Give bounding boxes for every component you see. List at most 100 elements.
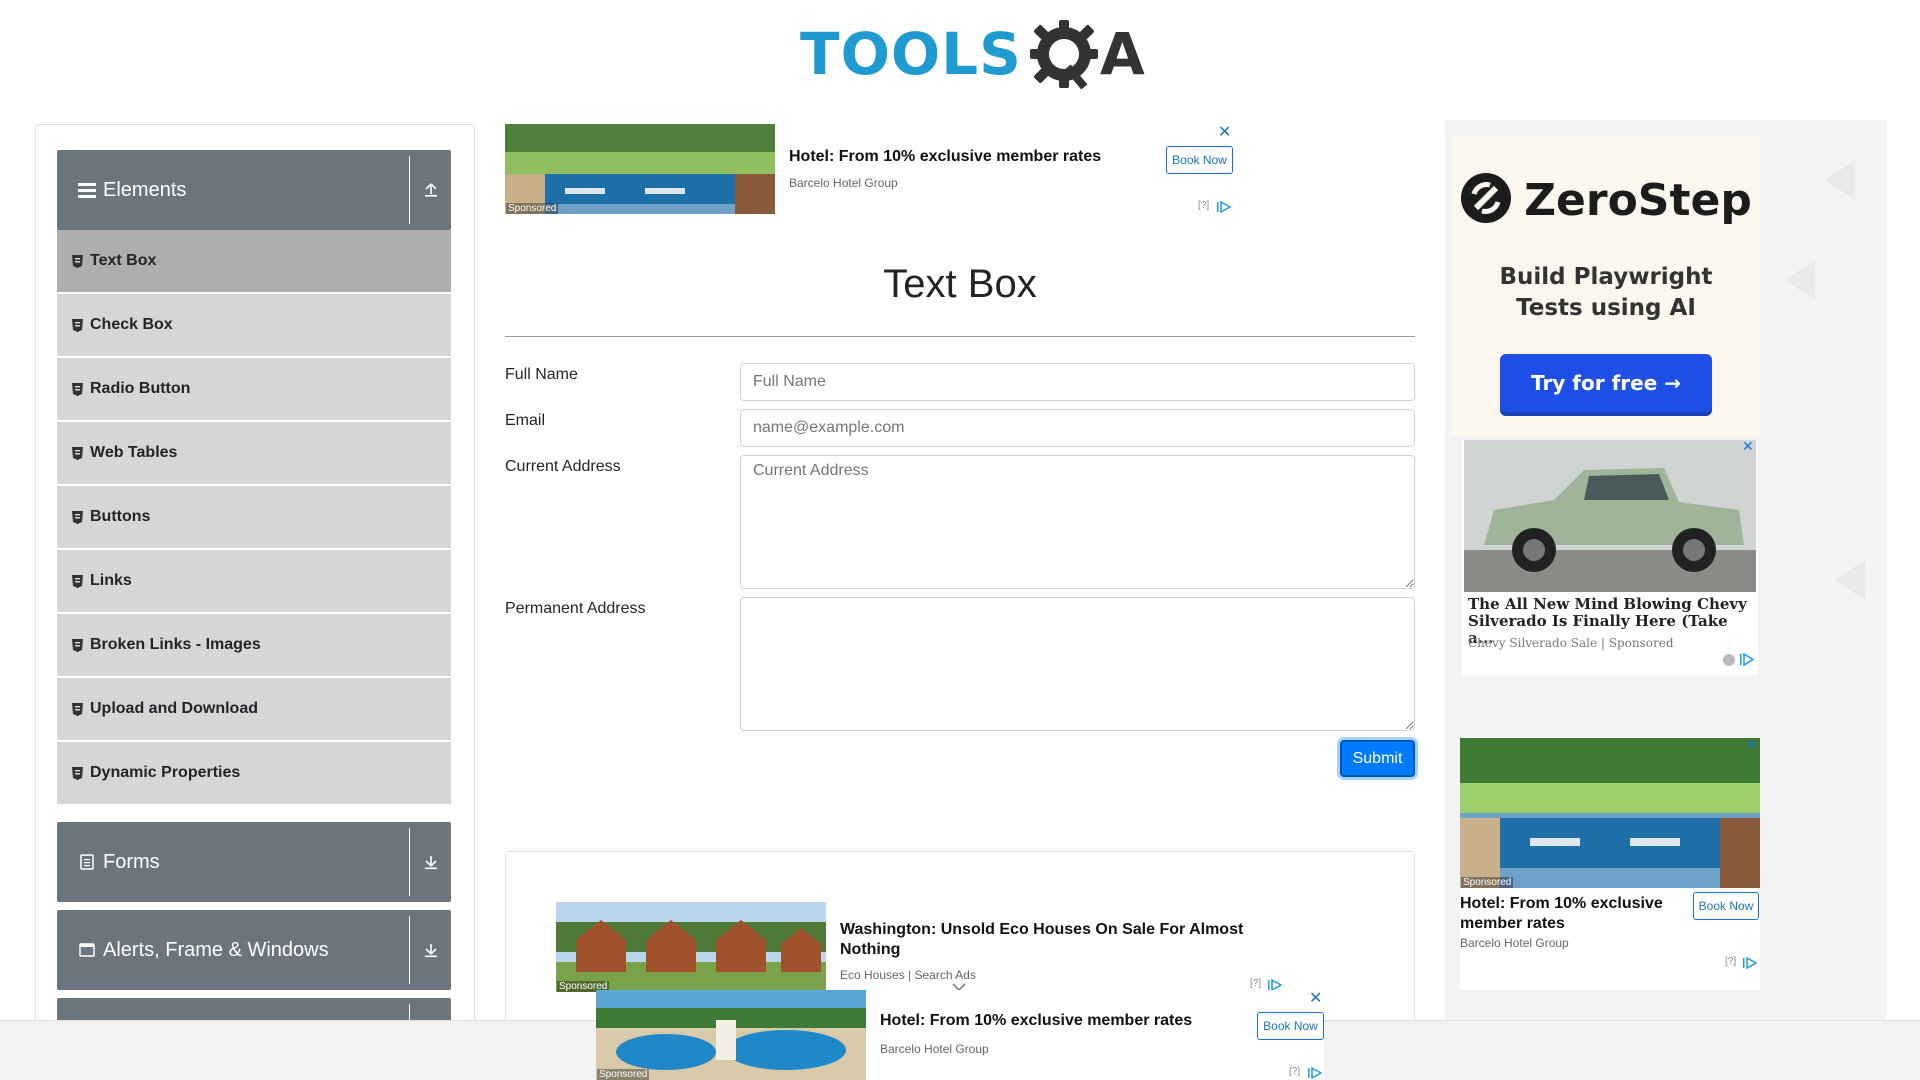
group-header-alerts-frame-windows[interactable]: Alerts, Frame & Windows [57,910,451,990]
html5-icon [71,446,83,460]
html5-icon [71,382,83,396]
sidebar-item-label: Radio Button [90,380,191,397]
sidebar-item-links[interactable]: Links [57,550,451,612]
close-icon[interactable]: ✕ [1309,988,1322,1008]
hotel-sidebar-ad[interactable]: Sponsored ✕ Hotel: From 10% exclusive me… [1460,736,1760,990]
collapse-up-icon[interactable] [409,156,451,224]
try-for-free-button[interactable]: Try for free → [1500,354,1712,412]
elements-menu-list: Text Box Check Box Radio Button Web Tabl… [57,230,451,806]
html5-icon [71,702,83,716]
ad-info-icon[interactable]: [?] [1250,978,1261,989]
expand-down-icon[interactable] [409,916,451,984]
permanent-address-input[interactable] [740,597,1415,731]
logo-text-a: A [1099,20,1145,88]
close-icon[interactable]: ✕ [1742,438,1754,455]
menu-icon [75,182,99,198]
current-address-label: Current Address [505,458,621,475]
ad-title[interactable]: Washington: Unsold Eco Houses On Sale Fo… [840,920,1260,960]
html5-icon [71,510,83,524]
left-sidebar: Elements Text Box Check Box Radio Button… [35,124,475,1080]
gear-q-icon [1026,14,1106,94]
group-header-elements[interactable]: Elements [57,150,451,230]
window-icon [75,943,99,957]
group-header-forms[interactable]: Forms [57,822,451,902]
zerostep-mark-icon [1460,172,1512,229]
page: TOOLS A Elements Text Box Check Box Radi… [0,0,1920,1080]
sidebar-item-web-tables[interactable]: Web Tables [57,422,451,484]
current-address-input[interactable] [740,455,1415,589]
sidebar-item-upload-download[interactable]: Upload and Download [57,678,451,740]
group-title: Alerts, Frame & Windows [103,938,329,961]
sidebar-item-check-box[interactable]: Check Box [57,294,451,356]
group-title: Forms [103,850,160,873]
tagline-line-2: Tests using AI [1516,295,1696,321]
sponsored-label: Sponsored [597,1069,650,1080]
sidebar-item-label: Buttons [90,508,151,525]
submit-button[interactable]: Submit [1340,740,1415,777]
html5-icon [71,574,83,588]
ad-image-truck[interactable] [1464,440,1756,592]
sidebar-item-label: Links [90,572,132,589]
page-title: Text Box [883,262,1037,306]
zerostep-name: ZeroStep [1524,175,1752,226]
book-now-button[interactable]: Book Now [1166,146,1233,174]
close-icon[interactable]: ✕ [1218,122,1231,142]
sidebar-item-label: Text Box [90,252,157,269]
permanent-address-label: Permanent Address [505,600,646,617]
sidebar-item-label: Broken Links - Images [90,636,261,653]
tagline-line-1: Build Playwright [1499,264,1713,290]
ad-image-resort[interactable]: Sponsored [1460,738,1760,888]
ad-image-resort-pool[interactable]: Sponsored [596,990,866,1080]
sidebar-item-broken-links[interactable]: Broken Links - Images [57,614,451,676]
html5-icon [71,766,83,780]
sponsored-label: Sponsored [506,203,559,214]
group-title: Elements [103,178,187,201]
chevy-ad[interactable]: ✕ The All New Mind Blowing Chevy Silvera… [1462,438,1758,675]
top-banner-ad[interactable]: Sponsored Hotel: From 10% exclusive memb… [505,124,1233,214]
ad-title[interactable]: Hotel: From 10% exclusive member rates [1460,894,1690,934]
adchoices-icon[interactable] [1743,956,1758,974]
ad-info-icon[interactable]: [?] [1198,200,1209,211]
email-label: Email [505,412,546,429]
ad-image-resort[interactable]: Sponsored [505,124,775,214]
ad-title[interactable]: Hotel: From 10% exclusive member rates [880,1012,1192,1030]
ad-advertiser: Barcelo Hotel Group [789,176,898,190]
sidebar-item-label: Check Box [90,316,173,333]
ad-title[interactable]: Hotel: From 10% exclusive member rates [789,148,1101,166]
book-now-button[interactable]: Book Now [1693,892,1759,920]
zerostep-tagline: Build Playwright Tests using AI [1452,262,1760,324]
ad-advertiser: Barcelo Hotel Group [880,1042,989,1056]
toolsqa-logo[interactable]: TOOLS A [800,14,1145,94]
ad-info-icon[interactable]: [?] [1289,1066,1300,1077]
email-input[interactable] [740,409,1415,447]
sponsored-label: Sponsored [1461,877,1514,888]
sidebar-item-label: Web Tables [90,444,178,461]
sidebar-item-label: Dynamic Properties [90,764,241,781]
bottom-sticky-ad[interactable]: Sponsored Hotel: From 10% exclusive memb… [596,990,1324,1080]
full-name-input[interactable] [740,363,1415,401]
sidebar-item-label: Upload and Download [90,700,258,717]
adchoices-icon[interactable] [1217,200,1232,218]
html5-icon [71,638,83,652]
full-name-label: Full Name [505,366,578,383]
header: TOOLS A [0,0,1920,120]
ad-info-icon[interactable]: [?] [1725,956,1736,967]
expand-down-icon[interactable] [409,828,451,896]
adchoices-icon[interactable] [1308,1066,1323,1080]
zerostep-ad[interactable]: ZeroStep Build Playwright Tests using AI… [1452,136,1760,436]
sidebar-item-radio-button[interactable]: Radio Button [57,358,451,420]
logo-text: TOOLS [800,20,1022,88]
adchoices-icon[interactable] [1722,652,1756,672]
html5-icon [71,254,83,268]
book-now-button[interactable]: Book Now [1257,1012,1324,1040]
title-divider [505,336,1415,337]
zerostep-logo: ZeroStep [1452,172,1760,229]
html5-icon [71,318,83,332]
sidebar-item-dynamic-properties[interactable]: Dynamic Properties [57,742,451,804]
ad-advertiser: Barcelo Hotel Group [1460,936,1569,950]
ad-image-eco-houses[interactable]: Sponsored [556,902,826,992]
ad-advertiser: Chevy Silverado Sale | Sponsored [1468,636,1674,650]
close-icon[interactable]: ✕ [1745,736,1757,753]
sidebar-item-text-box[interactable]: Text Box [57,230,451,292]
sidebar-item-buttons[interactable]: Buttons [57,486,451,548]
